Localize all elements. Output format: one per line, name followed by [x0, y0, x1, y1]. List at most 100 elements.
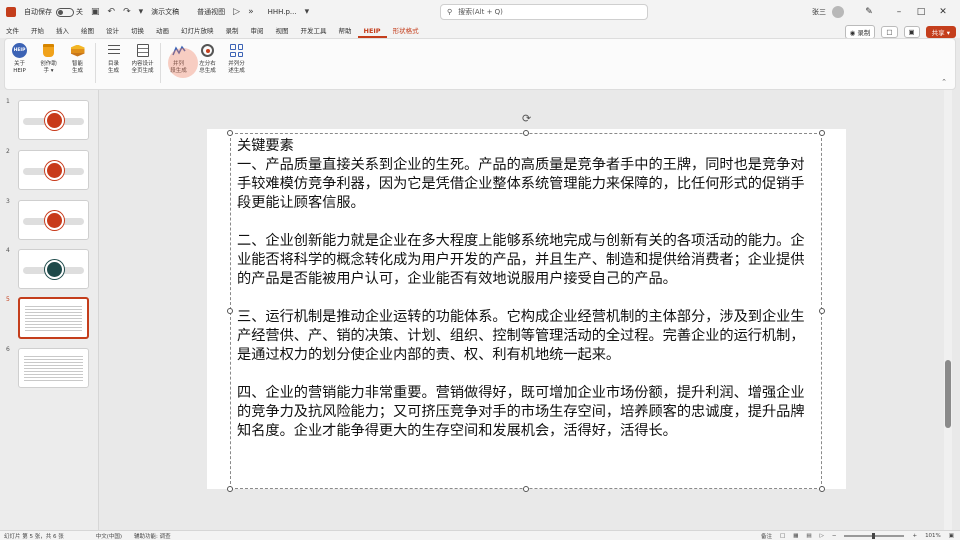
slide-thumbnail-6[interactable]: [18, 348, 89, 388]
fit-to-window-icon[interactable]: ▣: [949, 533, 954, 539]
expand-icon[interactable]: »: [248, 7, 254, 17]
quick-access-more-icon[interactable]: ▾: [139, 7, 144, 17]
zoom-in-icon[interactable]: +: [912, 533, 917, 539]
chevron-down-icon[interactable]: ▾: [305, 7, 310, 17]
ribbon-label: 智能: [71, 61, 83, 67]
language[interactable]: 中文(中国): [96, 532, 122, 540]
view-mode[interactable]: 普通视图: [197, 7, 225, 17]
rotate-handle-icon[interactable]: ⟳: [522, 112, 531, 125]
tab-review[interactable]: 审阅: [245, 24, 270, 38]
ribbon-label: 关于: [13, 61, 25, 67]
paragraph-4: 四、企业的营销能力非常重要。营销做得好，既可增加企业市场份额，提升利润、增强企业…: [237, 385, 805, 439]
tab-shape-format[interactable]: 形状格式: [387, 24, 425, 38]
accessibility-status[interactable]: 辅助功能: 调查: [134, 532, 171, 540]
title-bar-right: 张三 ✎ – □ ✕: [812, 0, 954, 24]
slide-thumbnails-panel: 1 2 3 4 5 6: [0, 90, 99, 530]
record-button[interactable]: ◉ 录制: [844, 25, 876, 39]
zoom-slider[interactable]: [844, 533, 905, 539]
about-heip-button[interactable]: HEIP 关于 HEIP: [5, 43, 34, 75]
camera-icon[interactable]: ▣: [903, 26, 920, 38]
share-button[interactable]: 共享 ▾: [925, 26, 956, 38]
tab-draw[interactable]: 绘图: [75, 24, 100, 38]
resize-handle[interactable]: [819, 486, 825, 492]
minimize-icon[interactable]: –: [888, 7, 910, 17]
resize-handle[interactable]: [523, 486, 529, 492]
ribbon-label: 内容设计: [131, 61, 154, 67]
help-icon: HEIP: [12, 43, 27, 58]
ribbon-label: 创作助: [40, 61, 57, 67]
slide-info: 幻灯片 第 5 张，共 6 张: [4, 533, 64, 540]
slide-canvas: ⟳ 关键要素 一、产品质量直接关系到企业的生死。产品的高质量是竞争者手中的王牌，…: [100, 90, 952, 530]
slide-heading: 关键要素: [237, 138, 294, 154]
powerpoint-logo-icon: [6, 7, 16, 17]
maximize-icon[interactable]: □: [910, 7, 932, 17]
close-icon[interactable]: ✕: [932, 7, 954, 17]
tab-view[interactable]: 视图: [270, 24, 295, 38]
undo-icon[interactable]: ↶: [108, 7, 116, 17]
tab-developer[interactable]: 开发工具: [295, 24, 333, 38]
pen-icon[interactable]: ✎: [858, 7, 880, 17]
resize-handle[interactable]: [227, 130, 233, 136]
notes-button[interactable]: 备注: [761, 532, 772, 540]
slide-thumbnail-5[interactable]: [18, 297, 89, 339]
present-icon[interactable]: ▷: [233, 7, 240, 17]
smart-generate-button[interactable]: 智能 生成: [63, 43, 92, 75]
tab-transitions[interactable]: 切换: [125, 24, 150, 38]
tab-help[interactable]: 帮助: [333, 24, 358, 38]
collapse-ribbon-icon[interactable]: ⌃: [941, 78, 947, 86]
full-page-generate-button[interactable]: 内容设计 全页生成: [128, 43, 157, 75]
slide-thumbnail-4[interactable]: [18, 249, 89, 289]
autosave-toggle[interactable]: [56, 7, 74, 17]
redo-icon[interactable]: ↷: [123, 7, 131, 17]
slide-body-text[interactable]: 关键要素 一、产品质量直接关系到企业的生死。产品的高质量是竞争者手中的王牌，同时…: [237, 137, 817, 441]
autosave-label: 自动保存: [24, 8, 52, 16]
search-box[interactable]: ⚲ 搜索(Alt + Q): [440, 4, 648, 20]
slideshow-icon[interactable]: ▷: [820, 533, 824, 539]
vertical-scrollbar[interactable]: [944, 90, 952, 530]
grid-icon: [229, 43, 244, 58]
tab-file[interactable]: 文件: [0, 24, 25, 38]
ribbon-label: HEIP: [13, 68, 26, 74]
document-name[interactable]: HHH.p...: [268, 8, 297, 16]
slide-thumbnail-3[interactable]: [18, 200, 89, 240]
record-label: 录制: [857, 29, 871, 37]
ribbon-label: 总生成: [199, 68, 216, 74]
zoom-slider-knob[interactable]: [872, 533, 876, 539]
tab-slideshow[interactable]: 幻灯片放映: [175, 24, 220, 38]
ribbon-tabs: 文件 开始 插入 绘图 设计 切换 动画 幻灯片放映 录制 审阅 视图 开发工具…: [0, 24, 960, 39]
slide-thumbnail-1[interactable]: [18, 100, 89, 140]
tab-design[interactable]: 设计: [100, 24, 125, 38]
reading-view-icon[interactable]: ▤: [806, 533, 811, 539]
comments-icon[interactable]: □: [881, 26, 898, 38]
zoom-level[interactable]: 101%: [925, 533, 941, 539]
resize-handle[interactable]: [819, 130, 825, 136]
resize-handle[interactable]: [523, 130, 529, 136]
tab-insert[interactable]: 插入: [50, 24, 75, 38]
slide-thumbnail-2[interactable]: [18, 150, 89, 190]
parallel-narrative-button[interactable]: 并列分 述生成: [222, 43, 251, 75]
tab-record[interactable]: 录制: [220, 24, 245, 38]
search-placeholder: 搜索(Alt + Q): [458, 8, 503, 16]
save-icon[interactable]: ▣: [91, 7, 100, 17]
thumbnail-number: 2: [6, 148, 10, 155]
tab-home[interactable]: 开始: [25, 24, 50, 38]
normal-view-icon[interactable]: □: [780, 533, 785, 539]
slide-sorter-icon[interactable]: ▦: [793, 533, 798, 539]
avatar[interactable]: [832, 6, 844, 18]
scrollbar-thumb[interactable]: [945, 360, 951, 428]
thumbnail-number: 5: [6, 296, 10, 303]
resize-handle[interactable]: [227, 486, 233, 492]
user-name[interactable]: 张三: [812, 7, 826, 17]
share-label: 共享: [931, 29, 945, 37]
creation-assistant-button[interactable]: 创作助 手 ▾: [34, 43, 63, 75]
tab-heip[interactable]: HEIP: [357, 24, 387, 38]
click-indicator: [168, 48, 198, 78]
toc-generate-button[interactable]: 目录 生成: [99, 43, 128, 75]
zoom-out-icon[interactable]: −: [832, 533, 837, 539]
tab-animations[interactable]: 动画: [150, 24, 175, 38]
ribbon-label: 述生成: [228, 68, 245, 74]
resize-handle[interactable]: [819, 308, 825, 314]
ribbon-label: 手 ▾: [43, 68, 54, 74]
resize-handle[interactable]: [227, 308, 233, 314]
ribbon-label: 生成: [107, 68, 119, 74]
